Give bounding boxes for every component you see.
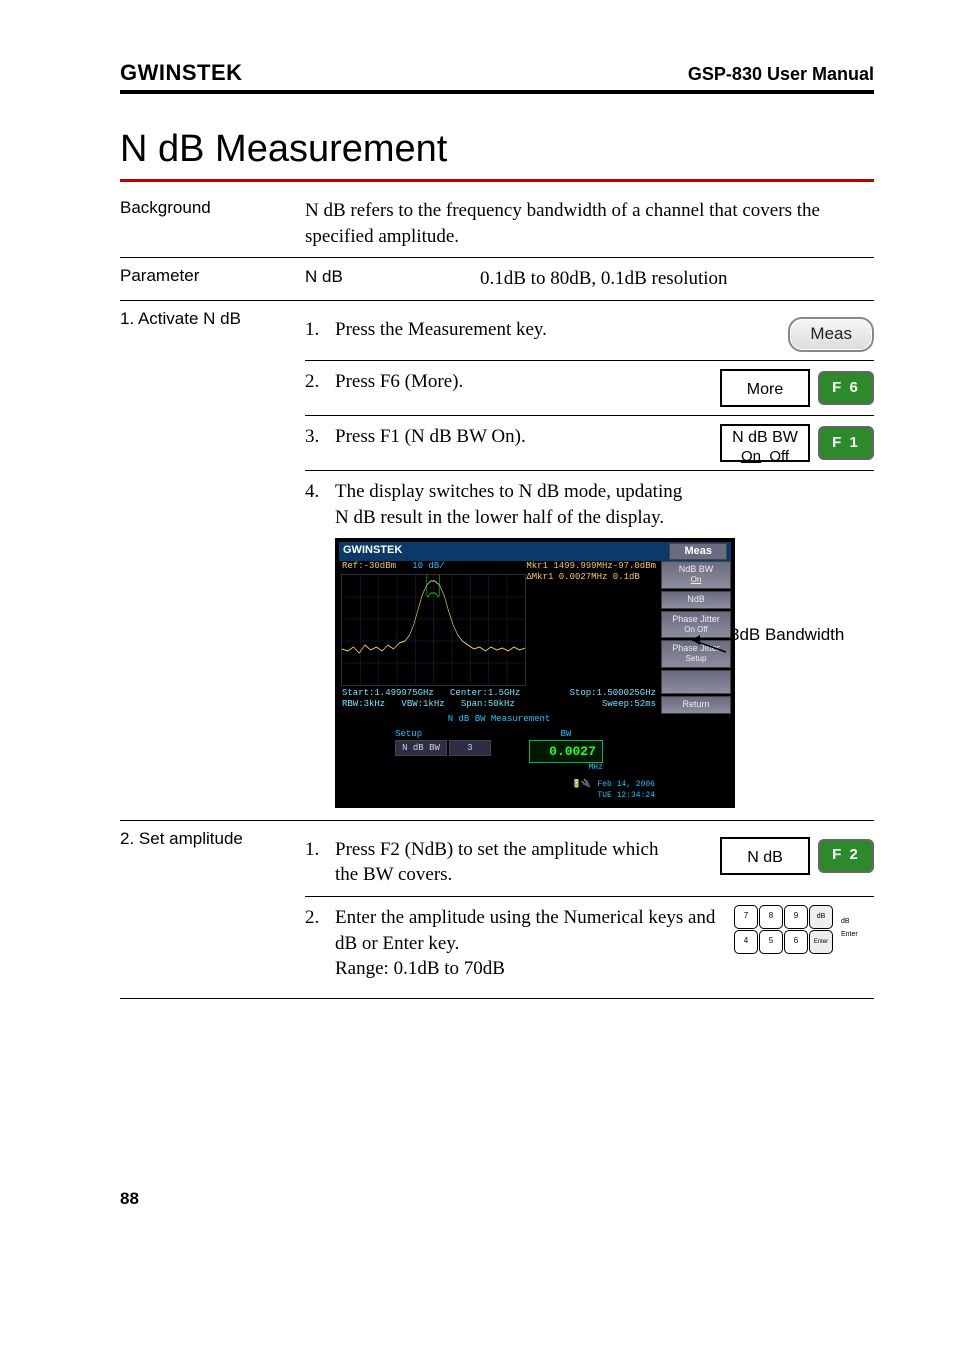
soft-ndb: N dB <box>720 837 810 875</box>
sc-menu-item: NdB <box>661 591 731 609</box>
soft-line1: N dB BW <box>732 429 798 446</box>
sc-dmkr: ΔMkr1 0.0027MHz 0.1dB <box>526 572 639 582</box>
callout-3db-bandwidth: 3dB Bandwidth <box>730 624 880 647</box>
parameter-name: N dB <box>305 266 480 292</box>
sc-span: Span:50kHz <box>461 699 515 709</box>
step-text: Press the Measurement key. <box>335 317 674 343</box>
sc-time: TUE 12:34:24 <box>597 791 655 800</box>
parameter-desc: 0.1dB to 80dB, 0.1dB resolution <box>480 266 728 292</box>
sc-soft-menu: NdB BWOn NdB Phase JitterOn Off Phase Ji… <box>659 561 731 804</box>
step-number: 3. <box>305 424 335 450</box>
step-number: 4. <box>305 479 335 505</box>
section-rule <box>120 179 874 182</box>
step-text: The display switches to N dB mode, updat… <box>335 479 695 530</box>
soft-more: More <box>720 369 810 407</box>
step-number: 1. <box>305 317 335 343</box>
step-text: Enter the amplitude using the Numerical … <box>335 905 734 982</box>
background-text: N dB refers to the frequency bandwidth o… <box>305 198 874 249</box>
sc-center: Center:1.5GHz <box>450 688 520 698</box>
f6-key: F 6 <box>818 371 874 405</box>
sc-sweep: Sweep:52ms <box>602 699 656 710</box>
sc-bw-unit: MHz <box>529 763 603 774</box>
sc-start: Start:1.499975GHz <box>342 688 434 698</box>
soft-on: On <box>741 448 761 465</box>
sc-ref: Ref:-30dBm <box>342 561 396 571</box>
keypad-side-labels: dB Enter <box>841 917 858 939</box>
step-text: Press F6 (More). <box>335 369 674 395</box>
manual-title: GSP-830 User Manual <box>688 64 874 85</box>
sc-vbw: VBW:1kHz <box>401 699 444 709</box>
sc-bw-value: 0.0027 <box>529 740 603 764</box>
section-title: N dB Measurement <box>120 128 874 171</box>
brand-logo: GWINSTEK <box>120 60 243 86</box>
sc-graph <box>341 574 526 686</box>
sc-three: 3 <box>449 740 491 756</box>
step-text: Press F1 (N dB BW On). <box>335 424 674 450</box>
sc-ndbbw-box: N dB BW <box>395 740 447 756</box>
parameter-label: Parameter <box>120 266 305 292</box>
sc-rbw: RBW:3kHz <box>342 699 385 709</box>
sc-menu-item: Return <box>661 696 731 714</box>
page-number: 88 <box>120 1189 874 1209</box>
step-text: Press F2 (NdB) to set the amplitude whic… <box>335 837 674 888</box>
setamp-label: 2. Set amplitude <box>120 829 305 990</box>
soft-ndbbw: N dB BW On Off <box>720 424 810 462</box>
activate-label: 1. Activate N dB <box>120 309 305 820</box>
sc-menu-item: NdB BWOn <box>661 561 731 589</box>
f2-key: F 2 <box>818 839 874 873</box>
sc-bw-label: BW <box>529 728 603 740</box>
soft-off: Off <box>769 448 789 465</box>
numeric-keypad-icon: 789dB 456Enter <box>734 905 831 952</box>
step-number: 2. <box>305 905 335 931</box>
step-number: 2. <box>305 369 335 395</box>
sc-meas: Meas <box>669 543 727 560</box>
step-number: 1. <box>305 837 335 863</box>
sc-mkr1: Mkr1 1499.999MHz-97.0dBm <box>526 561 656 571</box>
sc-date: Feb 14, 2006 <box>597 780 655 789</box>
background-label: Background <box>120 198 305 249</box>
sc-setup-label: Setup <box>395 728 491 740</box>
device-screenshot: GWINSTEK Meas Ref:-30dBm 10 dB/ M <box>335 538 735 807</box>
sc-brand: GWINSTEK <box>343 543 402 560</box>
meas-key: Meas <box>788 317 874 352</box>
sc-stop: Stop:1.500025GHz <box>570 688 656 699</box>
sc-meas-title: N dB BW Measurement <box>343 713 655 725</box>
sc-menu-item <box>661 670 731 694</box>
sc-10db: 10 dB/ <box>412 561 444 571</box>
f1-key: F 1 <box>818 426 874 460</box>
